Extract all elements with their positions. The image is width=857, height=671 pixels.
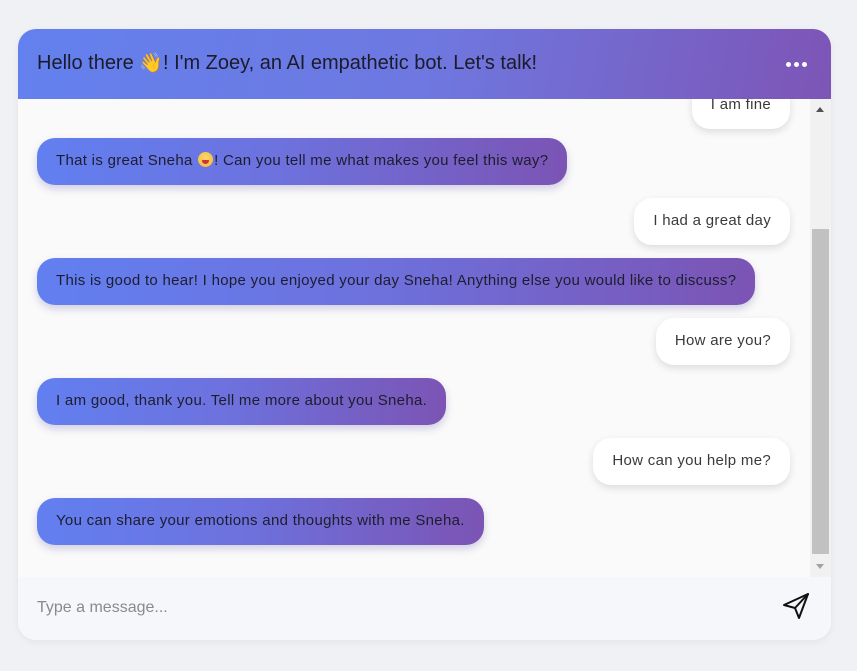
message-text: This is good to hear! I hope you enjoyed… bbox=[56, 272, 737, 289]
chat-header: Hello there 👋! I'm Zoey, an AI empatheti… bbox=[18, 29, 831, 99]
more-options-button[interactable] bbox=[786, 62, 807, 67]
bot-message: I am good, thank you. Tell me more about… bbox=[37, 378, 447, 425]
scrollbar-thumb[interactable] bbox=[812, 229, 829, 554]
header-title: Hello there 👋! I'm Zoey, an AI empatheti… bbox=[37, 51, 537, 75]
header-title-suffix: ! I'm Zoey, an AI empathetic bot. Let's … bbox=[162, 52, 538, 74]
message-input[interactable] bbox=[37, 597, 737, 619]
bot-message: This is good to hear! I hope you enjoyed… bbox=[37, 258, 756, 305]
message-text: How can you help me? bbox=[612, 452, 771, 469]
chat-window: Hello there 👋! I'm Zoey, an AI empatheti… bbox=[18, 29, 831, 640]
user-message: I am fine bbox=[691, 99, 790, 129]
message-input-bar bbox=[18, 577, 831, 640]
dot-icon bbox=[794, 62, 799, 67]
message-text: I am fine bbox=[710, 99, 771, 113]
user-message: How are you? bbox=[655, 318, 790, 365]
header-title-prefix: Hello there bbox=[37, 52, 134, 74]
send-button[interactable] bbox=[780, 590, 812, 622]
dot-icon bbox=[802, 62, 807, 67]
message-text: I am good, thank you. Tell me more about… bbox=[56, 392, 428, 409]
message-text: You can share your emotions and thoughts… bbox=[56, 512, 465, 529]
message-scrollbar[interactable] bbox=[810, 99, 831, 577]
message-text-after: ! Can you tell me what makes you feel th… bbox=[214, 152, 549, 169]
message-list[interactable]: I am fine That is great Sneha ! Can you … bbox=[18, 99, 810, 577]
smiling-face-emoji-icon bbox=[198, 152, 214, 167]
scroll-down-arrow-icon[interactable] bbox=[816, 564, 824, 569]
message-text: I had a great day bbox=[653, 212, 771, 229]
dot-icon bbox=[786, 62, 791, 67]
waving-hand-icon: 👋 bbox=[139, 52, 163, 74]
bot-message: That is great Sneha ! Can you tell me wh… bbox=[37, 138, 568, 185]
user-message: I had a great day bbox=[634, 198, 790, 245]
send-icon bbox=[783, 593, 809, 619]
message-text: How are you? bbox=[674, 332, 771, 349]
message-text-before: That is great Sneha bbox=[56, 152, 198, 169]
user-message: How can you help me? bbox=[593, 438, 790, 485]
scroll-up-arrow-icon[interactable] bbox=[816, 107, 824, 112]
bot-message: You can share your emotions and thoughts… bbox=[37, 498, 484, 545]
